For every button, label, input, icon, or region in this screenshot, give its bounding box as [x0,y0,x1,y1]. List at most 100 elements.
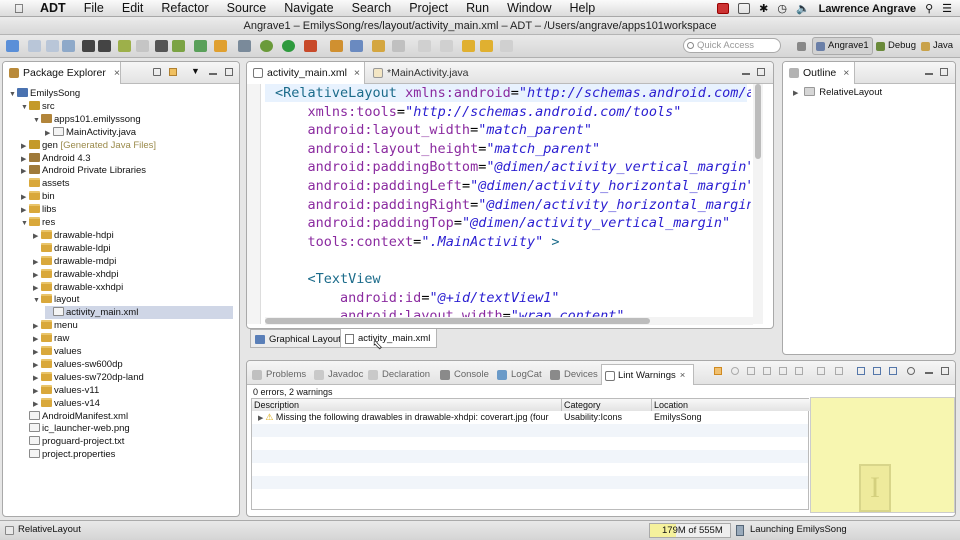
expand-twisty-icon[interactable]: ▶ [793,87,801,100]
link-editor-icon[interactable] [169,68,177,76]
new-java-package-icon[interactable] [330,40,343,52]
menu-run[interactable]: Run [466,1,489,15]
expand-twisty-icon[interactable]: ▼ [21,101,29,114]
lint-check-icon[interactable] [194,40,207,52]
wifi-tray-icon[interactable]: ◷ [777,2,787,15]
tab-devices[interactable]: Devices [549,367,598,383]
perspective-debug[interactable]: Debug [873,37,919,55]
code-text[interactable]: <RelativeLayout xmlns:android="http://sc… [247,62,751,317]
column-description[interactable]: Description [252,399,562,411]
tree-item[interactable]: activity_main.xml [45,306,233,320]
tree-item[interactable]: ▼ src [21,100,55,113]
last-edit-icon[interactable] [462,40,475,52]
tab-problems[interactable]: Problems [251,367,306,383]
open-folder-icon[interactable] [372,40,385,52]
ignore-icon[interactable] [747,367,755,375]
tab-declaration[interactable]: Declaration [367,367,430,383]
maximize-icon[interactable] [225,68,233,76]
print-icon[interactable] [62,40,75,52]
tree-item[interactable]: ▼ layout [33,293,79,306]
view-menu-icon[interactable]: ▼ [191,66,200,76]
perspective-angrave1[interactable]: Angrave1 [812,37,873,55]
menu-app-name[interactable]: ADT [40,1,66,15]
new-java-class-icon[interactable] [350,40,363,52]
outline-tab[interactable]: Outline × [783,62,855,84]
open-perspective-button[interactable] [794,37,810,55]
tree-item[interactable]: ▶ drawable-xxhdpi [33,281,123,294]
tree-item[interactable]: ▶ values-sw600dp [33,358,123,371]
minimize-icon[interactable] [925,372,933,374]
new-android-project-icon[interactable] [172,40,185,52]
collapse-all-icon[interactable] [873,367,881,375]
collapse-all-icon[interactable] [153,68,161,76]
tree-item[interactable]: ▶ libs [21,203,56,216]
menu-project[interactable]: Project [409,1,448,15]
tree-item[interactable]: assets [21,177,69,190]
notification-center-icon[interactable]: ☰ [942,2,952,15]
spotlight-search-icon[interactable]: ⚲ [925,2,933,15]
minimize-icon[interactable] [925,73,933,75]
maximize-icon[interactable] [940,68,948,76]
tab-lint-warnings[interactable]: Lint Warnings × [601,364,695,385]
tree-item[interactable]: drawable-ldpi [33,242,111,255]
import-icon[interactable] [82,40,95,52]
record-tray-icon[interactable] [717,3,730,14]
open-type-icon[interactable] [214,40,227,52]
perspective-java[interactable]: Java [918,37,956,55]
column-category[interactable]: Category [562,399,652,411]
configure-columns-icon[interactable] [889,367,897,375]
tree-item[interactable]: ▶ gen [Generated Java Files] [21,139,156,152]
prev-annotation-icon[interactable] [440,40,453,52]
tree-item[interactable]: ▶ bin [21,190,55,203]
expand-twisty-icon[interactable]: ▼ [33,114,41,127]
run-icon[interactable] [282,40,295,52]
tree-item[interactable]: ▶ values-v14 [33,397,100,410]
lightbulb-icon[interactable] [731,367,739,375]
suppress-icon[interactable] [835,367,843,375]
display-tray-icon[interactable] [738,3,751,14]
tree-item[interactable]: ▶ raw [33,332,69,345]
tree-item[interactable]: ▶ values [33,345,81,358]
expand-twisty-icon[interactable]: ▼ [9,88,17,101]
tab-javadoc[interactable]: Javadoc [313,367,363,383]
save-all-icon[interactable] [46,40,59,52]
expand-twisty-icon[interactable]: ▼ [21,217,29,230]
close-icon[interactable]: × [843,67,849,79]
external-tools-icon[interactable] [304,40,317,52]
tree-item[interactable]: ▶ drawable-hdpi [33,229,114,242]
tree-item[interactable]: AndroidManifest.xml [21,410,128,423]
graphical-layout-tab[interactable]: Graphical Layout [250,329,348,348]
expand-twisty-icon[interactable]: ▼ [33,294,41,307]
tree-item[interactable]: ▶ drawable-xhdpi [33,268,118,281]
tree-item[interactable]: ▼ EmilysSong [9,87,80,100]
remove-all-icon[interactable] [779,367,787,375]
tree-item[interactable]: ▶ values-v11 [33,384,99,397]
remove-icon[interactable] [763,367,771,375]
refresh-lint-icon[interactable] [714,367,722,375]
search-toolbar-icon[interactable] [392,40,405,52]
apple-menu-icon[interactable]:  [14,1,28,16]
heap-status[interactable]: 179M of 555M [649,523,731,538]
xml-source-tab[interactable]: activity_main.xml [340,329,438,348]
tree-item[interactable]: ▼ apps101.emilyssong [33,113,141,126]
tree-item[interactable]: proguard-project.txt [21,435,124,448]
save-icon[interactable] [28,40,41,52]
menu-search[interactable]: Search [352,1,392,15]
menu-file[interactable]: File [84,1,104,15]
menu-help[interactable]: Help [570,1,596,15]
expand-all-icon[interactable] [857,367,865,375]
debug-icon[interactable] [260,40,273,52]
next-annotation-icon[interactable] [418,40,431,52]
bluetooth-tray-icon[interactable]: ✱ [759,2,768,15]
avd-manager-icon[interactable] [136,40,149,52]
forward-icon[interactable] [500,40,513,52]
export-icon[interactable] [98,40,111,52]
new-icon[interactable] [6,40,19,52]
package-explorer-tab[interactable]: Package Explorer × [3,62,121,84]
menu-window[interactable]: Window [507,1,551,15]
menu-refactor[interactable]: Refactor [161,1,208,15]
tree-item[interactable]: ▶ values-sw720dp-land [33,371,144,384]
clear-icon[interactable] [795,367,803,375]
download-icon[interactable] [155,40,168,52]
outline-root-node[interactable]: ▶ RelativeLayout [793,86,882,99]
